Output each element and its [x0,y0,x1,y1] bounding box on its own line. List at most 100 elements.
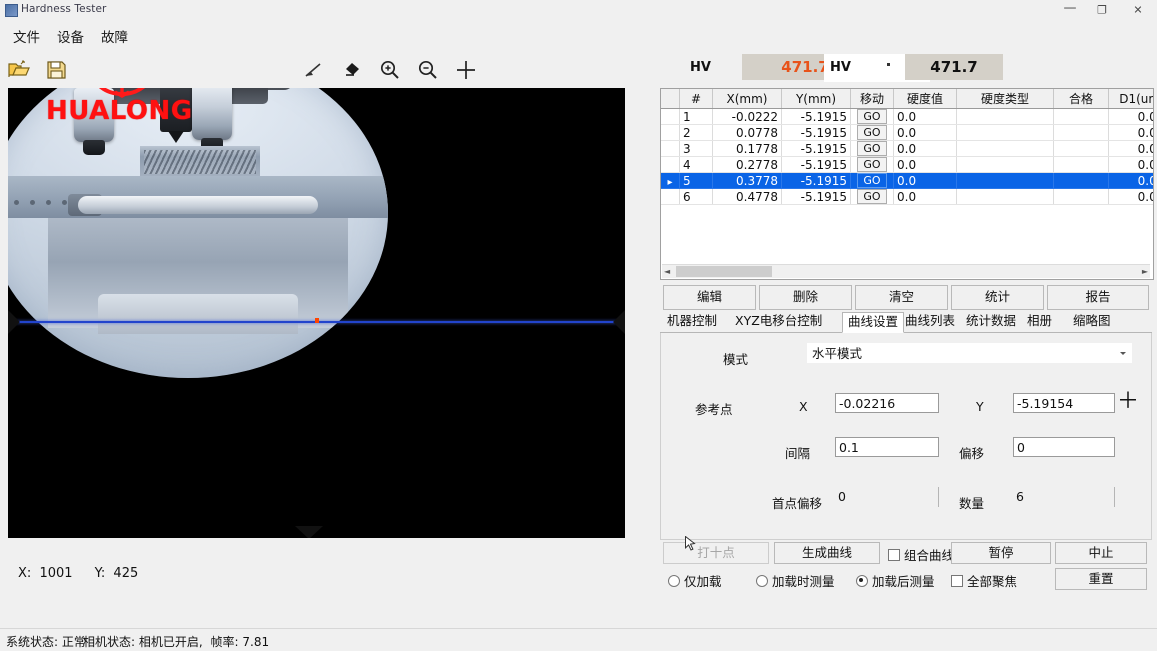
tab-curve-settings[interactable]: 曲线设置 [842,312,905,333]
go-button[interactable]: GO [857,125,887,140]
camera-status: 相机状态: 相机已开启, 帧率: 7.81 [83,633,269,650]
col-index[interactable]: # [679,89,713,109]
tab-thumbnails[interactable]: 缩略图 [1068,312,1116,331]
menu-file[interactable]: 文件 [9,24,44,48]
cell-pass [1053,156,1109,173]
first-point-offset-label: 首点偏移 [772,496,823,511]
table-row[interactable]: 3 0.1778 -5.1915 GO 0.0 0.000 0.00 [661,140,1153,157]
col-move[interactable]: 移动 [850,89,894,109]
cell-hardness-type [956,124,1054,141]
right-edge-marker-icon[interactable] [613,310,625,334]
go-button[interactable]: GO [857,189,887,204]
go-button[interactable]: GO [857,173,887,188]
toolbar [0,52,640,88]
abort-button[interactable]: 中止 [1055,542,1147,564]
coord-x-value: 1001 [39,566,73,581]
go-button[interactable]: GO [857,109,887,124]
go-button[interactable]: GO [857,157,887,172]
cell-hardness-type [956,108,1054,125]
coord-x-label: X: [18,566,32,581]
menu-device[interactable]: 设备 [53,24,88,48]
clear-button[interactable]: 清空 [855,285,948,310]
focus-all-checkbox[interactable]: 全部聚焦 [951,571,1017,590]
minimize-button[interactable]: — [1055,0,1085,19]
mode-select[interactable]: 水平模式 [807,343,1132,363]
pause-button[interactable]: 暂停 [951,542,1051,564]
combine-curve-checkbox[interactable]: 组合曲线 [888,545,954,564]
tab-machine-control[interactable]: 机器控制 [662,312,722,331]
tab-album[interactable]: 相册 [1022,312,1057,331]
minimize-icon: — [1063,0,1077,16]
zoom-in-icon[interactable] [375,55,405,85]
count-input[interactable]: 6 [1013,487,1115,507]
table-row[interactable]: 6 0.4778 -5.1915 GO 0.0 0.000 0.00 [661,188,1153,205]
close-button[interactable]: ✕ [1123,0,1153,19]
table-row[interactable]: 2 0.0778 -5.1915 GO 0.0 0.000 0.00 [661,124,1153,141]
cell-x: 0.3778 [712,172,782,189]
table-row[interactable]: 4 0.2778 -5.1915 GO 0.0 0.000 0.00 [661,156,1153,173]
col-x[interactable]: X(mm) [712,89,782,109]
cell-move: GO [850,188,894,205]
reference-x-input[interactable]: -0.02216 [835,393,939,413]
col-hardness-type[interactable]: 硬度类型 [956,89,1054,109]
menu-fault[interactable]: 故障 [97,24,132,48]
cell-index: 2 [679,124,713,141]
offset-input[interactable]: 0 [1013,437,1115,457]
cell-hardness: 0.0 [893,156,957,173]
add-reference-point-icon[interactable]: ＋ [1117,391,1139,413]
measurement-table[interactable]: # X(mm) Y(mm) 移动 硬度值 硬度类型 合格 D1(um) D2(u… [660,88,1154,280]
cell-d1: 0.000 [1108,140,1153,157]
crosshair-add-icon[interactable] [451,55,481,85]
table-horizontal-scrollbar[interactable]: ◄ ► [662,264,1150,278]
cell-pass [1053,124,1109,141]
scroll-left-icon[interactable]: ◄ [664,267,670,276]
delete-button[interactable]: 删除 [759,285,852,310]
scroll-right-icon[interactable]: ► [1142,267,1148,276]
tab-curve-list[interactable]: 曲线列表 [900,312,960,331]
cell-d1: 0.000 [1108,108,1153,125]
tab-statistics-data[interactable]: 统计数据 [961,312,1021,331]
tab-xyz-stage-control[interactable]: XYZ电移台控制 [730,312,827,331]
reference-y-input[interactable]: -5.19154 [1013,393,1115,413]
radio-load-only[interactable]: 仅加载 [668,571,722,590]
combine-curve-label: 组合曲线 [904,548,955,563]
fps-value: 7.81 [242,635,270,649]
report-button[interactable]: 报告 [1047,285,1149,310]
cell-y: -5.1915 [781,172,851,189]
first-point-offset-input[interactable]: 0 [835,487,939,507]
table-row-selected[interactable]: ▸ 5 0.3778 -5.1915 GO 0.0 0.000 0.00 [661,172,1153,189]
cell-index: 5 [679,172,713,189]
radio-measure-while-loading[interactable]: 加载时测量 [756,571,835,590]
hualong-wordmark: HUALONG [46,96,193,126]
table-row[interactable]: 1 -0.0222 -5.1915 GO 0.0 0.000 0.00 [661,108,1153,125]
camera-preview[interactable]: L ® HUALONG [8,88,625,538]
edit-button[interactable]: 编辑 [663,285,756,310]
ten-points-button[interactable]: 打十点 [663,542,769,564]
reset-button[interactable]: 重置 [1055,568,1147,590]
left-edge-marker-icon[interactable] [8,310,20,334]
save-icon[interactable] [42,55,72,85]
zoom-out-icon[interactable] [413,55,443,85]
eraser-icon[interactable] [337,55,367,85]
cell-hardness-type [956,172,1054,189]
open-folder-icon[interactable] [4,55,34,85]
col-d1[interactable]: D1(um) [1108,89,1153,109]
go-button[interactable]: GO [857,141,887,156]
statistics-button[interactable]: 统计 [951,285,1044,310]
radio-measure-after-loading[interactable]: 加载后测量 [856,571,935,590]
measure-angle-icon[interactable] [299,55,329,85]
col-y[interactable]: Y(mm) [781,89,851,109]
cell-hardness-type [956,156,1054,173]
radio-dot-icon [756,575,768,587]
scrollbar-thumb[interactable] [676,266,772,277]
col-hardness[interactable]: 硬度值 [893,89,957,109]
radio-dot-icon [668,575,680,587]
cell-x: 0.4778 [712,188,782,205]
cell-pass [1053,172,1109,189]
spacing-input[interactable]: 0.1 [835,437,939,457]
col-pass[interactable]: 合格 [1053,89,1109,109]
camera-status-value: 相机已开启, [138,635,203,649]
maximize-button[interactable]: ❐ [1087,0,1117,19]
generate-curve-button[interactable]: 生成曲线 [774,542,880,564]
bottom-edge-marker-icon[interactable] [295,526,323,538]
